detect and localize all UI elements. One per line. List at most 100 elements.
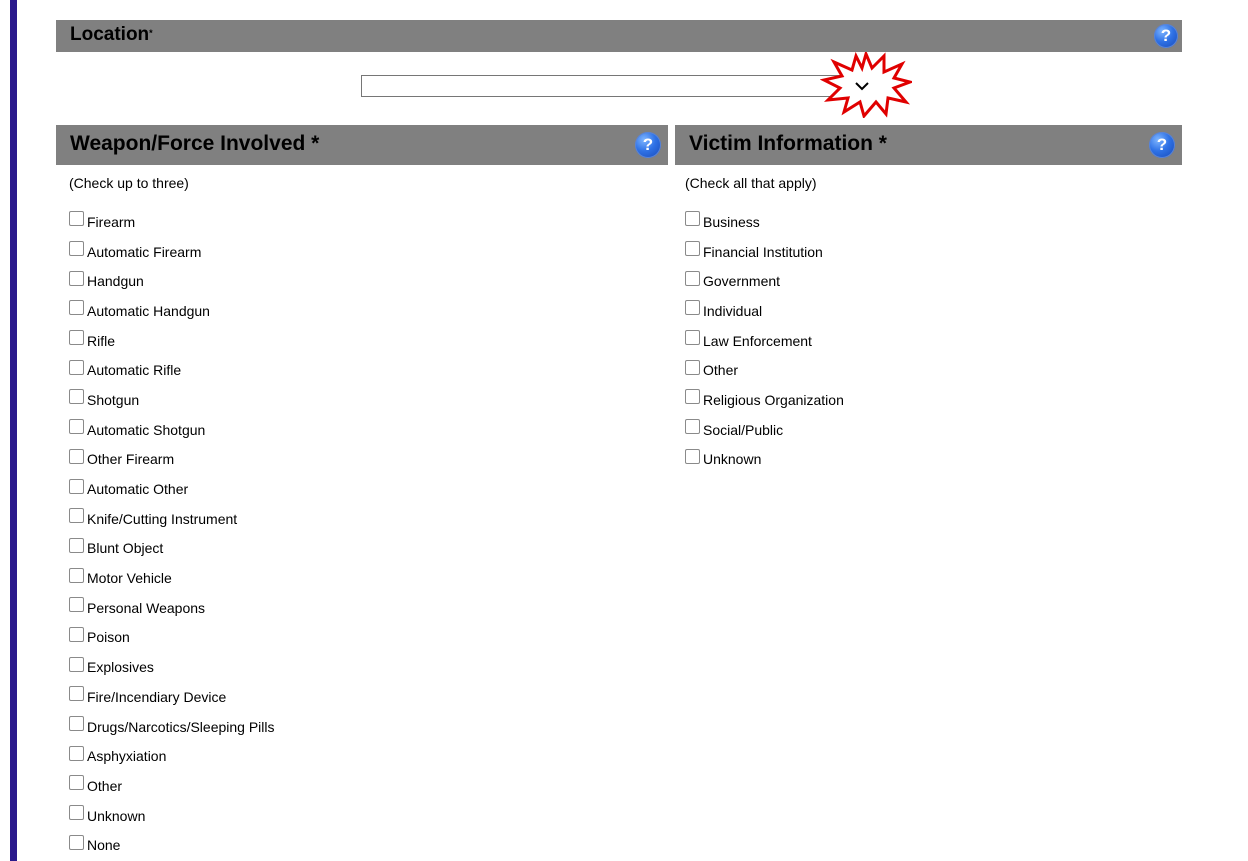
checkbox[interactable] (69, 448, 84, 464)
option-label: Automatic Rifle (87, 362, 182, 379)
checkbox[interactable] (69, 270, 84, 286)
weapon-option: Unknown (69, 801, 275, 831)
option-label: Automatic Handgun (87, 302, 210, 319)
weapon-option: Fire/Incendiary Device (69, 682, 275, 712)
option-label: Fire/Incendiary Device (87, 688, 227, 705)
checkbox[interactable] (69, 716, 84, 732)
checkbox[interactable] (69, 805, 84, 821)
victim-header: Victim Information * ? (675, 125, 1182, 165)
checkbox[interactable] (685, 359, 700, 375)
checkbox[interactable] (69, 300, 84, 316)
victim-option: Social/Public (685, 415, 844, 445)
checkbox[interactable] (685, 448, 700, 464)
option-label: None (87, 837, 121, 854)
location-help-icon[interactable]: ? (1154, 24, 1178, 48)
weapon-option: Automatic Rifle (69, 355, 275, 385)
option-label: Automatic Shotgun (87, 421, 206, 438)
option-label: Unknown (87, 807, 146, 824)
left-border-rule (10, 0, 17, 861)
checkbox[interactable] (69, 537, 84, 553)
option-label: Business (703, 213, 760, 230)
option-label: Personal Weapons (87, 599, 206, 616)
weapon-option: Asphyxiation (69, 741, 275, 771)
option-label: Firearm (87, 213, 136, 230)
weapon-options: Firearm Automatic Firearm Handgun Automa… (69, 207, 275, 860)
option-label: Handgun (87, 273, 144, 290)
checkbox[interactable] (69, 745, 84, 761)
weapon-option: Automatic Shotgun (69, 415, 275, 445)
option-label: Motor Vehicle (87, 570, 172, 587)
checkbox[interactable] (685, 330, 700, 346)
victim-option: Individual (685, 296, 844, 326)
checkbox[interactable] (69, 478, 84, 494)
victim-option: Religious Organization (685, 385, 844, 415)
checkbox[interactable] (69, 330, 84, 346)
weapon-instruction: (Check up to three) (69, 175, 189, 191)
option-label: Explosives (87, 659, 154, 676)
victim-options: Business Financial Institution Governmen… (685, 207, 844, 474)
option-label: Other (703, 362, 739, 379)
checkbox[interactable] (69, 389, 84, 405)
checkbox[interactable] (69, 419, 84, 435)
option-label: Social/Public (703, 421, 784, 438)
victim-option: Unknown (685, 445, 844, 475)
checkbox[interactable] (69, 626, 84, 642)
weapon-option: Other Firearm (69, 445, 275, 475)
checkbox[interactable] (69, 567, 84, 583)
victim-help-icon[interactable]: ? (1149, 132, 1175, 158)
victim-option: Government (685, 266, 844, 296)
victim-option: Other (685, 355, 844, 385)
weapon-option: Automatic Other (69, 474, 275, 504)
option-label: Drugs/Narcotics/Sleeping Pills (87, 718, 275, 735)
weapon-option: None (69, 830, 275, 860)
weapon-help-icon[interactable]: ? (635, 132, 661, 158)
checkbox[interactable] (685, 389, 700, 405)
weapon-option: Automatic Firearm (69, 237, 275, 267)
victim-title: Victim Information * (689, 132, 887, 155)
checkbox[interactable] (69, 211, 84, 227)
checkbox[interactable] (69, 508, 84, 524)
option-label: Blunt Object (87, 540, 164, 557)
checkbox[interactable] (69, 359, 84, 375)
option-label: Rifle (87, 332, 116, 349)
checkbox[interactable] (69, 597, 84, 613)
weapon-option: Poison (69, 623, 275, 653)
weapon-option: Knife/Cutting Instrument (69, 504, 275, 534)
required-mark: * (149, 28, 153, 38)
chevron-down-icon[interactable] (850, 76, 874, 96)
option-label: Shotgun (87, 391, 140, 408)
location-header: Location* ? (56, 20, 1182, 52)
weapon-header: Weapon/Force Involved * ? (56, 125, 668, 165)
checkbox[interactable] (685, 211, 700, 227)
weapon-option: Rifle (69, 326, 275, 356)
location-title: Location* (70, 24, 153, 45)
weapon-option: Blunt Object (69, 534, 275, 564)
checkbox[interactable] (69, 834, 84, 850)
checkbox[interactable] (69, 775, 84, 791)
weapon-option: Motor Vehicle (69, 563, 275, 593)
weapon-option: Personal Weapons (69, 593, 275, 623)
victim-option: Financial Institution (685, 237, 844, 267)
weapon-option: Handgun (69, 266, 275, 296)
checkbox[interactable] (69, 686, 84, 702)
victim-option: Business (685, 207, 844, 237)
option-label: Individual (703, 302, 763, 319)
checkbox[interactable] (685, 270, 700, 286)
option-label: Other Firearm (87, 451, 175, 468)
option-label: Automatic Firearm (87, 243, 202, 260)
weapon-option: Drugs/Narcotics/Sleeping Pills (69, 712, 275, 742)
weapon-option: Firearm (69, 207, 275, 237)
option-label: Government (703, 273, 781, 290)
location-select[interactable] (361, 75, 874, 97)
victim-instruction: (Check all that apply) (685, 175, 817, 191)
checkbox[interactable] (685, 419, 700, 435)
weapon-option: Shotgun (69, 385, 275, 415)
option-label: Unknown (703, 451, 762, 468)
checkbox[interactable] (685, 300, 700, 316)
checkbox[interactable] (685, 241, 700, 257)
weapon-option: Other (69, 771, 275, 801)
option-label: Religious Organization (703, 391, 844, 408)
option-label: Poison (87, 629, 130, 646)
checkbox[interactable] (69, 656, 84, 672)
checkbox[interactable] (69, 241, 84, 257)
